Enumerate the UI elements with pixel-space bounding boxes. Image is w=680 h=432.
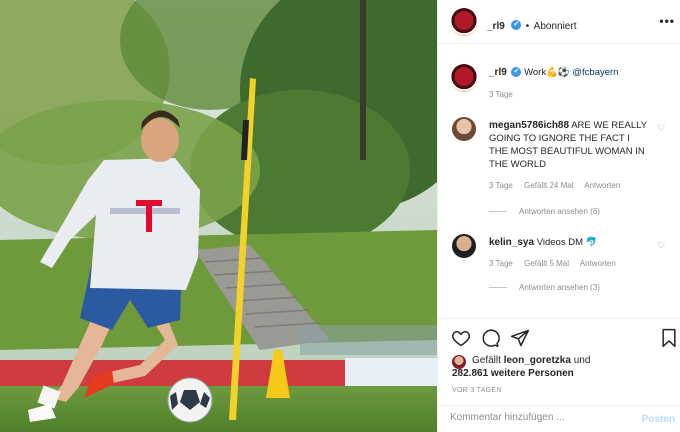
post-comment-button[interactable]: Posten bbox=[642, 414, 675, 425]
post-header: _rl9 ✔ • Abonniert ••• bbox=[438, 0, 680, 44]
liked-others-link[interactable]: 282.861 weitere Personen bbox=[452, 367, 662, 380]
liked-and: und bbox=[573, 355, 591, 366]
comment-username[interactable]: megan5786ich88 bbox=[489, 120, 569, 131]
share-icon[interactable] bbox=[510, 328, 530, 348]
bookmark-icon[interactable] bbox=[660, 328, 678, 348]
comment-reply-button[interactable]: Antworten bbox=[580, 259, 616, 268]
comment-like-heart-icon[interactable]: ♡ bbox=[657, 123, 665, 134]
add-comment-bar: Posten bbox=[438, 405, 680, 432]
more-icon[interactable]: ••• bbox=[659, 14, 675, 28]
caption-mention-link[interactable]: @fcbayern bbox=[572, 67, 618, 78]
comment-time: 3 Tage bbox=[489, 259, 513, 268]
comment-username[interactable]: kelin_sya bbox=[489, 237, 534, 248]
comment-avatar[interactable] bbox=[452, 117, 476, 141]
comment-input[interactable] bbox=[450, 412, 630, 423]
post-sidebar: _rl9 ✔ • Abonniert ••• _rl9 ✔ Work💪⚽ @fc… bbox=[437, 0, 680, 432]
comment-text: Videos DM 🐬 bbox=[536, 237, 598, 248]
comment-like-heart-icon[interactable]: ♡ bbox=[657, 240, 665, 251]
header-username[interactable]: _rl9 bbox=[487, 21, 505, 32]
view-replies-button[interactable]: Antworten ansehen (3) bbox=[489, 283, 600, 292]
training-photo-illustration bbox=[0, 0, 437, 432]
caption-avatar[interactable] bbox=[450, 64, 478, 92]
caption-time: 3 Tage bbox=[489, 90, 513, 99]
post-footer: Gefällt leon_goretzka und 282.861 weiter… bbox=[438, 318, 680, 432]
verified-icon: ✔ bbox=[511, 19, 522, 30]
follow-status-button[interactable]: Abonniert bbox=[534, 21, 577, 32]
comment-avatar[interactable] bbox=[452, 234, 476, 258]
comment-likes-count[interactable]: Gefällt 5 Mal bbox=[524, 259, 569, 268]
comment-time: 3 Tage bbox=[489, 181, 513, 190]
avatar[interactable] bbox=[450, 8, 478, 36]
caption-text: Work💪⚽ bbox=[524, 67, 573, 78]
liked-prefix: Gefällt bbox=[472, 355, 501, 366]
comment-icon[interactable] bbox=[480, 328, 500, 348]
comment-reply-button[interactable]: Antworten bbox=[584, 181, 620, 190]
post-photo[interactable] bbox=[0, 0, 437, 432]
caption-username[interactable]: _rl9 bbox=[489, 67, 507, 78]
view-replies-button[interactable]: Antworten ansehen (6) bbox=[489, 207, 600, 216]
post-time-ago[interactable]: VOR 3 TAGEN bbox=[452, 387, 502, 394]
comment-likes-count[interactable]: Gefällt 24 Mal bbox=[524, 181, 573, 190]
comments-list[interactable]: _rl9 ✔ Work💪⚽ @fcbayern 3 Tage megan5786… bbox=[438, 45, 680, 317]
verified-icon: ✔ bbox=[511, 67, 522, 78]
liked-by-username[interactable]: leon_goretzka bbox=[504, 355, 571, 366]
heart-icon[interactable] bbox=[451, 328, 471, 348]
likes-summary: Gefällt leon_goretzka und 282.861 weiter… bbox=[452, 354, 662, 380]
separator-dot: • bbox=[525, 21, 530, 32]
